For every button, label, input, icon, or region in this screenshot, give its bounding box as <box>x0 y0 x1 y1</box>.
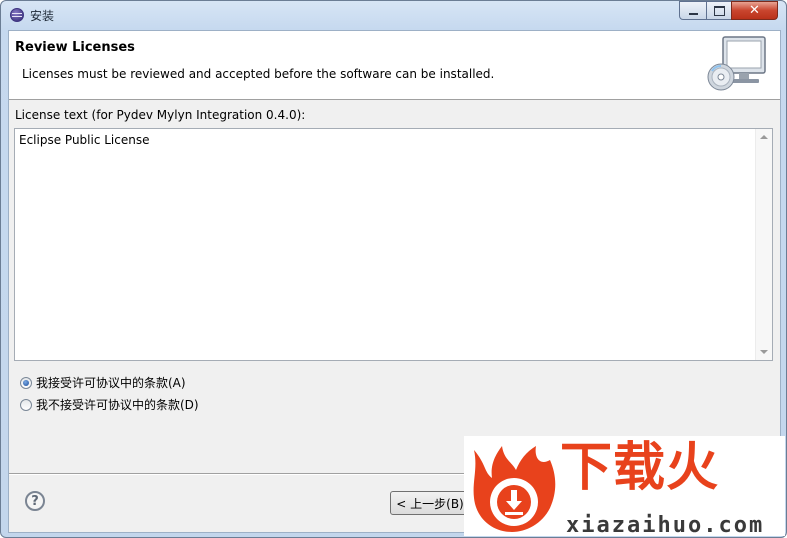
wizard-header: Review Licenses Licenses must be reviewe… <box>9 31 780 100</box>
license-text-content: Eclipse Public License <box>19 133 150 147</box>
close-icon: ✕ <box>749 3 760 18</box>
maximize-icon <box>713 5 725 16</box>
license-text-area[interactable]: Eclipse Public License <box>14 128 773 361</box>
scroll-down-icon[interactable] <box>760 350 768 354</box>
decline-radio-label: 我不接受许可协议中的条款(D) <box>36 398 199 412</box>
back-button[interactable]: < 上一步(B) <box>390 491 470 515</box>
flame-logo-icon <box>473 446 556 532</box>
decline-radio[interactable] <box>20 398 32 411</box>
title-bar[interactable]: 安装 ✕ <box>1 1 786 29</box>
minimize-button[interactable] <box>679 1 707 20</box>
accept-radio-label: 我接受许可协议中的条款(A) <box>36 376 186 390</box>
decline-option[interactable]: 我不接受许可协议中的条款(D) <box>20 396 199 413</box>
window-title: 安装 <box>30 9 55 23</box>
help-icon[interactable]: ? <box>25 491 45 511</box>
watermark-brand-text: 下载火 <box>560 438 720 498</box>
page-description: Licenses must be reviewed and accepted b… <box>22 67 495 81</box>
accept-option[interactable]: 我接受许可协议中的条款(A) <box>20 374 186 391</box>
watermark-domain: xiazaihuo.com <box>566 513 765 538</box>
minimize-icon <box>688 13 698 15</box>
eclipse-icon <box>10 8 24 22</box>
install-monitor-icon <box>707 36 766 91</box>
accept-radio[interactable] <box>20 376 32 389</box>
license-scrollbar[interactable] <box>755 129 772 360</box>
license-text-label: License text (for Pydev Mylyn Integratio… <box>15 108 306 122</box>
scroll-up-icon[interactable] <box>760 135 768 139</box>
watermark-overlay: 下载火 xiazaihuo.com <box>464 436 785 538</box>
close-button[interactable]: ✕ <box>731 1 778 20</box>
page-title: Review Licenses <box>15 40 135 55</box>
maximize-button[interactable] <box>706 1 732 20</box>
